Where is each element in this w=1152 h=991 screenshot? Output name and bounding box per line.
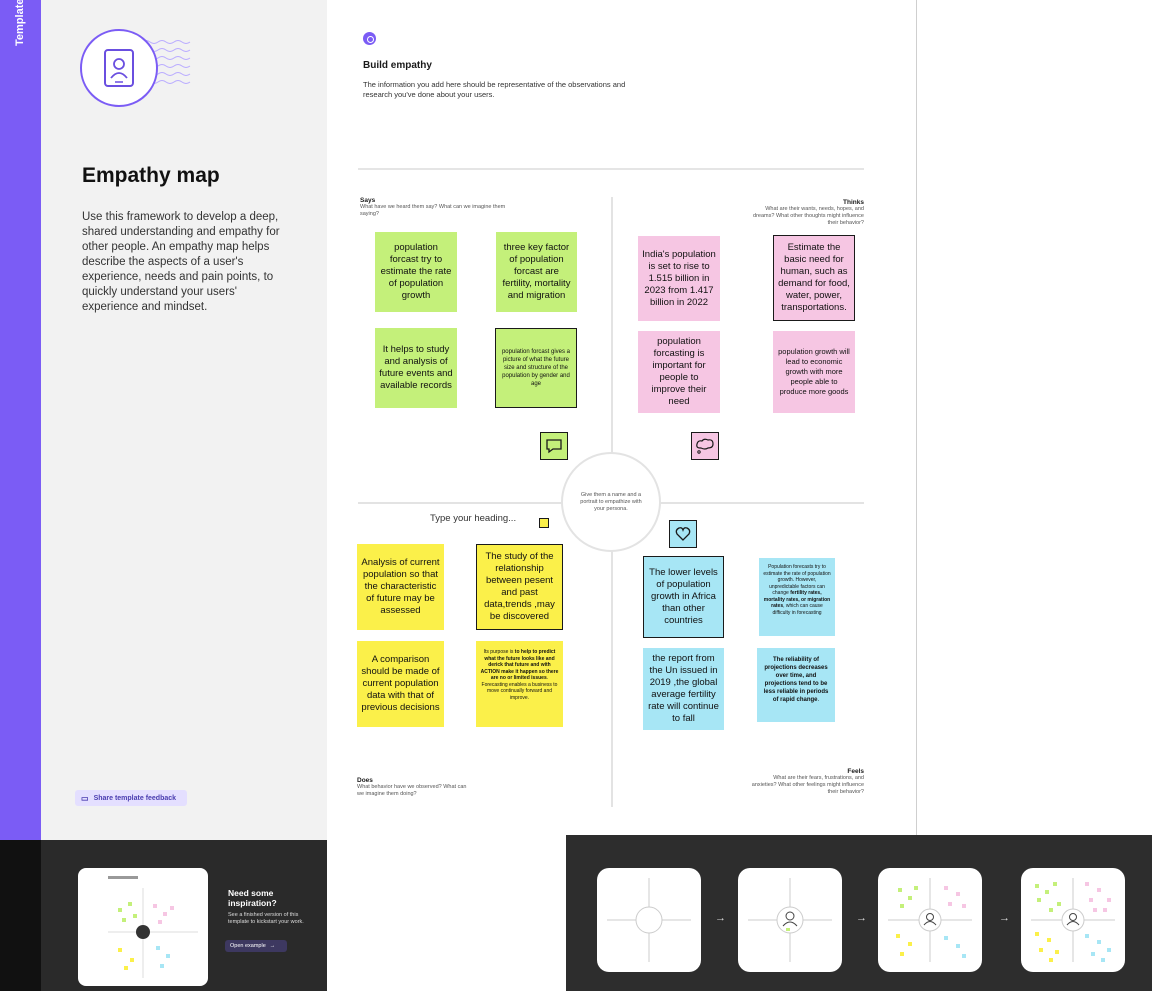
note-text: . [817,697,820,703]
persona-hint: Give them a name and a portrait to empat… [580,491,642,512]
open-example-button[interactable]: Open example → [225,940,287,952]
sticky-note[interactable]: Estimate the basic need for human, such … [773,235,855,321]
section-divider [358,168,864,170]
sticky-note[interactable]: three key factor of population forcast a… [496,232,577,312]
thinks-label: Thinks What are their wants, needs, hope… [752,199,864,227]
sticky-note[interactable]: population forcast gives a picture of wh… [495,328,577,408]
thought-bubble-icon [691,432,719,460]
template-tab-label[interactable]: Template [14,0,30,46]
canvas-empty-area [917,0,1152,835]
sticky-note[interactable]: The study of the relationship between pe… [476,544,563,630]
inspiration-title: Need some inspiration? [228,888,277,908]
heart-icon [669,520,697,548]
says-title: Says [360,197,376,204]
says-subtitle: What have we heard them say? What can we… [360,204,506,217]
sticky-note[interactable]: Analysis of current population so that t… [357,544,444,630]
chat-icon: ▭ [81,793,89,803]
does-title: Does [357,777,373,784]
says-label: Says What have we heard them say? What c… [360,197,520,218]
example-preview-card[interactable] [78,868,208,986]
sticky-note[interactable]: population forcast try to estimate the r… [375,232,457,312]
thinks-subtitle: What are their wants, needs, hopes, and … [753,206,864,226]
arrow-right-icon: → [856,912,867,924]
board-right-border [916,0,917,838]
sticky-note[interactable]: Population forecasts try to estimate the… [759,558,835,636]
feels-subtitle: What are their fears, frustrations, and … [751,775,864,795]
share-feedback-label: Share template feedback [93,794,177,802]
open-example-label: Open example [230,943,266,949]
heading-input[interactable]: Type your heading... [430,513,516,524]
sticky-note[interactable]: the report from the Un issued in 2019 ,t… [643,648,724,730]
arrow-right-icon: → [715,912,726,924]
thinks-title: Thinks [843,199,864,206]
page-title: Empathy map [82,164,220,187]
sticky-note[interactable]: Its purpose is to help to predict what t… [476,641,563,727]
persona-circle[interactable]: Give them a name and a portrait to empat… [561,452,661,552]
step-title: Build empathy [363,60,432,71]
page-description: Use this framework to develop a deep, sh… [82,211,280,313]
arrow-right-icon: → [269,943,276,949]
sticky-note[interactable]: India's population is set to rise to 1.5… [638,236,720,321]
sticky-note[interactable]: population forcasting is important for p… [638,331,720,413]
step-card-partial [878,868,982,972]
share-feedback-button[interactable]: ▭ Share template feedback [75,790,187,806]
heading-color-swatch[interactable] [539,518,549,528]
sticky-note[interactable]: The lower levels of population growth in… [643,556,724,638]
speech-bubble-icon [540,432,568,460]
does-label: Does What behavior have we observed? Wha… [357,777,472,798]
arrow-right-icon: → [999,912,1010,924]
template-panel [0,0,327,840]
step-card-empty [597,868,701,972]
sticky-note[interactable]: A comparison should be made of current p… [357,641,444,727]
example-preview-image [108,876,198,978]
does-subtitle: What behavior have we observed? What can… [357,784,467,797]
feels-title: Feels [847,768,864,775]
sticky-note[interactable]: It helps to study and analysis of future… [375,328,457,408]
step-card-complete [1021,868,1125,972]
sticky-note[interactable]: population growth will lead to economic … [773,331,855,413]
sticky-note[interactable]: The reliability of projections decreases… [757,648,835,722]
inspiration-text: See a finished version of this template … [228,912,304,925]
template-side-strip [0,0,41,840]
feels-label: Feels What are their fears, frustrations… [750,768,864,796]
tablet-person-icon [80,29,158,107]
step-description: The information you add here should be r… [363,80,626,99]
note-text: Its purpose is [483,649,515,655]
step-card-persona [738,868,842,972]
step-indicator [363,32,376,45]
